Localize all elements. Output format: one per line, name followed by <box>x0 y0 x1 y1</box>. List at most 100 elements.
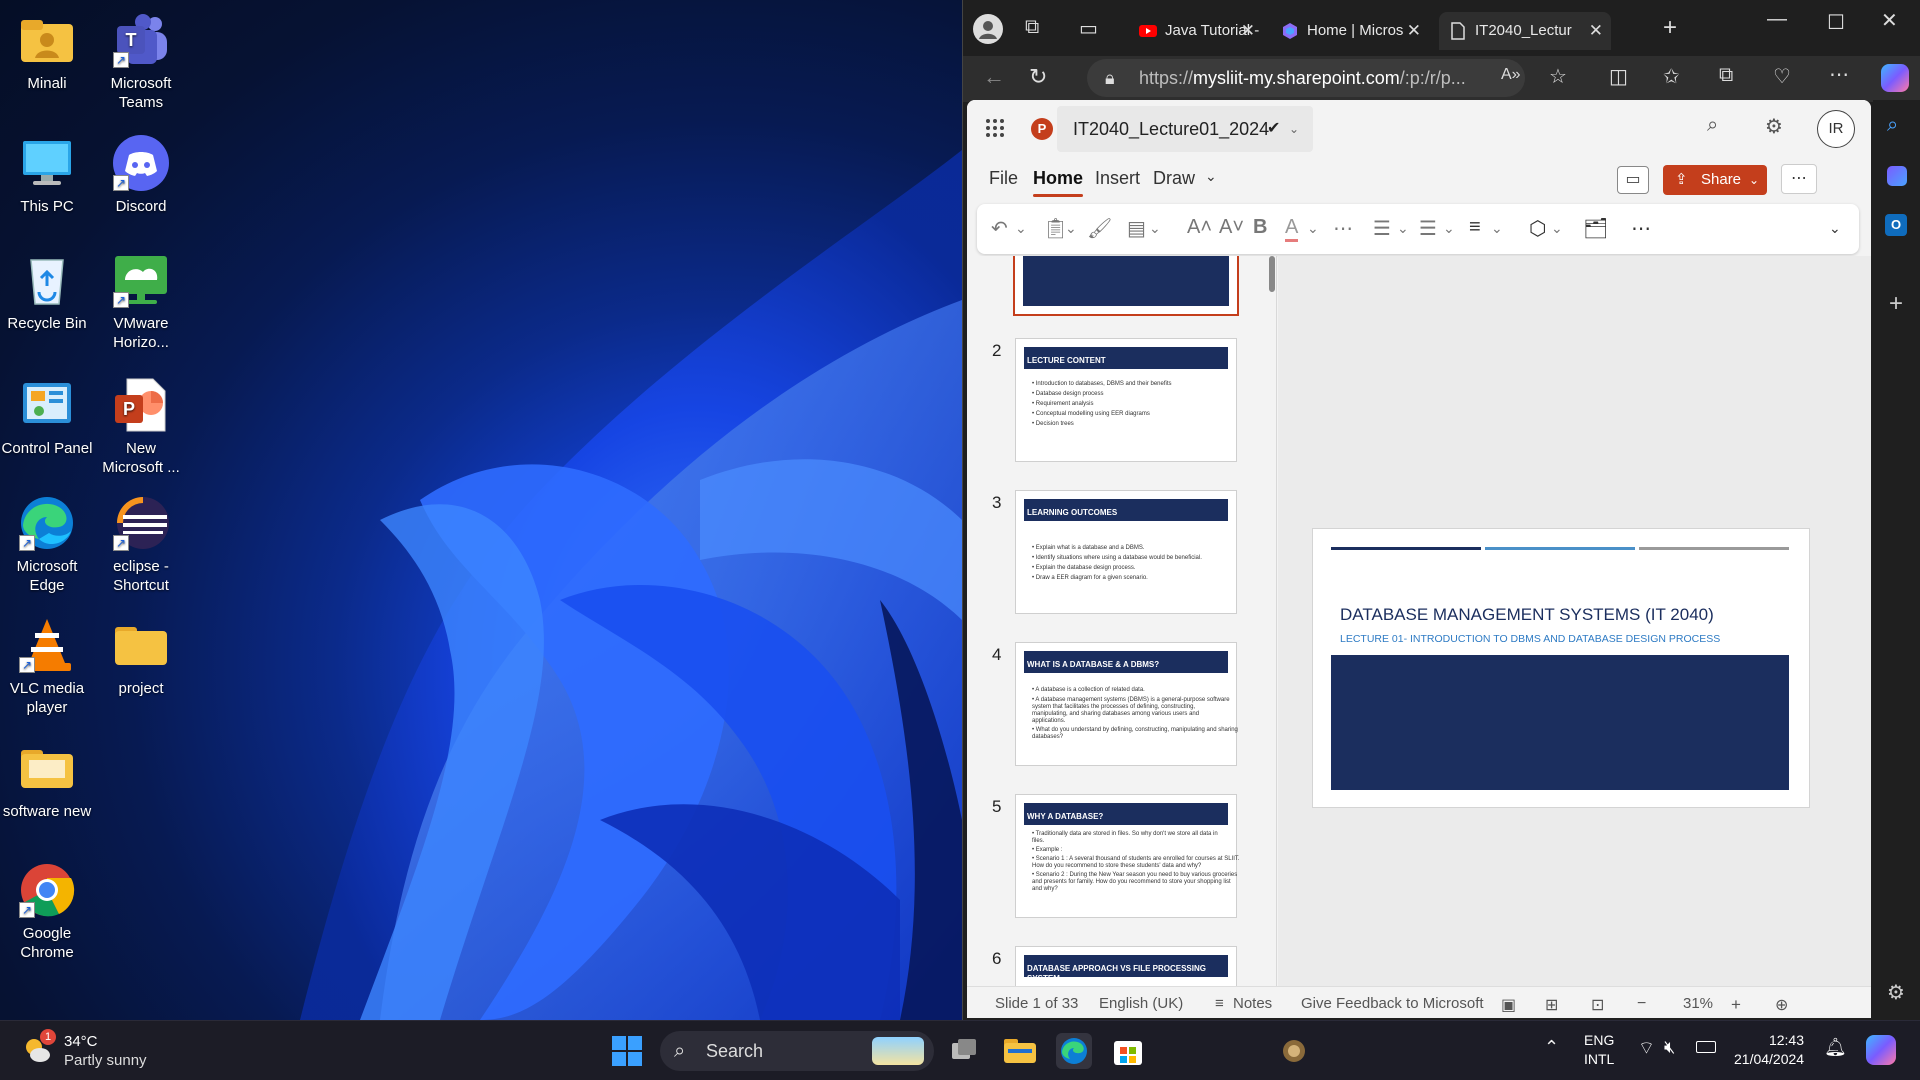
weather-widget[interactable]: 1 34°C Partly sunny <box>22 1029 182 1073</box>
decrease-font-icon[interactable]: A˅ <box>1219 216 1244 239</box>
app-launcher-icon[interactable] <box>985 118 1005 138</box>
desktop-icon-discord[interactable]: ↗ Discord <box>94 135 188 216</box>
tab-actions-icon[interactable]: ▭ <box>1079 16 1098 41</box>
current-slide[interactable]: DATABASE MANAGEMENT SYSTEMS (IT 2040) LE… <box>1312 528 1810 808</box>
desktop-icon-microsoft-edge[interactable]: ↗ Microsoft Edge <box>0 495 94 595</box>
designer-icon[interactable]: 🗂︎ <box>1583 216 1608 241</box>
zoom-level[interactable]: 31% <box>1683 995 1713 1012</box>
slide-sorter-icon[interactable]: ⊞ <box>1545 995 1558 1015</box>
document-title[interactable]: IT2040_Lecture01_2024 ✔︎ ⌄ <box>1057 106 1313 152</box>
slide-thumbnail-6[interactable]: 6 DATABASE APPROACH VS FILE PROCESSING S… <box>992 946 1237 986</box>
font-color-icon[interactable]: A <box>1285 216 1299 242</box>
fit-to-window-icon[interactable]: ⊕ <box>1775 995 1788 1015</box>
split-screen-icon[interactable]: ◫ <box>1609 64 1628 89</box>
new-slide-icon[interactable]: ▤ <box>1127 216 1146 241</box>
wifi-icon[interactable]: ⌔ <box>1638 1037 1655 1060</box>
format-painter-icon[interactable]: 🖌︎ <box>1087 216 1112 241</box>
clock[interactable]: 12:43 21/04/2024 <box>1734 1031 1804 1069</box>
comments-icon[interactable]: ▭ <box>1617 166 1649 194</box>
avatar[interactable]: IR <box>1817 110 1855 148</box>
thumbnail-scrollbar[interactable] <box>1269 256 1275 292</box>
slide-thumbnail-3[interactable]: 3 LEARNING OUTCOMES • Explain what is a … <box>992 490 1237 614</box>
chevron-down-icon[interactable]: ⌄ <box>1307 220 1319 237</box>
tab-draw[interactable]: Draw <box>1153 168 1195 189</box>
chevron-down-icon[interactable]: ⌄ <box>1551 220 1563 237</box>
battery-icon[interactable] <box>1696 1041 1716 1053</box>
favorites-icon[interactable]: ✩ <box>1663 64 1680 89</box>
chevron-down-icon[interactable]: ⌄ <box>1397 220 1409 237</box>
tab-java-tutorial[interactable]: Java Tutorial - ✕ <box>1129 12 1263 50</box>
tab-insert[interactable]: Insert <box>1095 168 1140 189</box>
notification-bell-icon[interactable]: 🔔︎ <box>1824 1037 1847 1058</box>
close-tab-icon[interactable]: ✕ <box>1241 12 1255 50</box>
tab-home-microsoft[interactable]: Home | Micros ✕ <box>1271 12 1429 50</box>
volume-muted-icon[interactable]: 🔇︎ <box>1664 1037 1675 1058</box>
desktop-icon-vmware-horizon[interactable]: ↗ VMware Horizo... <box>94 252 188 352</box>
tab-home[interactable]: Home <box>1033 168 1084 197</box>
desktop-icon-eclipse[interactable]: ↗ eclipse - Shortcut <box>94 495 188 595</box>
tab-it2040-lecture[interactable]: IT2040_Lectur ✕ <box>1439 12 1611 50</box>
refresh-icon[interactable]: ↻ <box>1029 64 1047 90</box>
favorite-star-icon[interactable]: ☆ <box>1549 64 1567 89</box>
copilot-taskbar-icon[interactable] <box>1866 1035 1896 1065</box>
search-icon[interactable]: ⌕ <box>1707 114 1718 137</box>
desktop-icon-project[interactable]: project <box>94 617 188 698</box>
more-options-icon[interactable]: ⋯ <box>1781 164 1817 194</box>
bullets-icon[interactable]: ☰ <box>1373 216 1391 241</box>
language-status[interactable]: English (UK) <box>1099 995 1183 1012</box>
chevron-down-icon[interactable]: ⌄ <box>1149 220 1161 237</box>
chevron-down-icon[interactable]: ⌄ <box>1491 220 1503 237</box>
search-icon[interactable]: ⌕ <box>1887 114 1898 137</box>
read-aloud-icon[interactable]: A» <box>1501 66 1521 84</box>
increase-font-icon[interactable]: A˄ <box>1187 216 1212 239</box>
slide-thumbnail-4[interactable]: 4 WHAT IS A DATABASE & A DBMS? • A datab… <box>992 642 1238 766</box>
copilot-button-icon[interactable] <box>1881 64 1909 92</box>
expand-ribbon-icon[interactable]: ⌄ <box>1829 220 1841 237</box>
close-tab-icon[interactable]: ✕ <box>1407 12 1421 50</box>
feedback-link[interactable]: Give Feedback to Microsoft <box>1301 995 1484 1012</box>
start-button-windows-icon[interactable] <box>612 1036 642 1066</box>
zoom-in-icon[interactable]: + <box>1731 995 1741 1015</box>
edge-taskbar-icon[interactable] <box>1056 1033 1092 1069</box>
desktop-icon-microsoft-teams[interactable]: T ↗ Microsoft Teams <box>94 12 188 112</box>
show-hidden-icons-icon[interactable]: ⌃ <box>1544 1037 1559 1058</box>
back-icon[interactable]: ← <box>983 64 1005 90</box>
input-language[interactable]: ENG INTL <box>1584 1031 1614 1069</box>
shapes-icon[interactable]: ⬡ <box>1529 216 1546 241</box>
taskbar-app-icon[interactable] <box>1278 1035 1310 1067</box>
task-view-icon[interactable] <box>950 1037 978 1065</box>
presenter-view-icon[interactable]: ⊡ <box>1591 995 1604 1015</box>
align-icon[interactable]: ≡ <box>1469 216 1481 239</box>
desktop-icon-control-panel[interactable]: Control Panel <box>0 377 94 458</box>
zoom-out-icon[interactable]: − <box>1637 995 1646 1013</box>
notes-button[interactable]: Notes <box>1233 995 1272 1012</box>
desktop-icon-this-pc[interactable]: This PC <box>0 135 94 216</box>
minimize-icon[interactable]: — <box>1767 8 1787 31</box>
slide-thumbnail-2[interactable]: 2 LECTURE CONTENT • Introduction to data… <box>992 338 1237 462</box>
copilot-icon[interactable] <box>1887 166 1907 186</box>
bold-icon[interactable]: B <box>1253 216 1267 239</box>
more-font-options-icon[interactable]: ⋯ <box>1333 216 1353 241</box>
desktop-icon-software-new[interactable]: software new <box>0 740 94 821</box>
add-icon[interactable]: + <box>1889 290 1903 318</box>
tab-file[interactable]: File <box>989 168 1018 189</box>
slide-thumbnail-1[interactable] <box>1013 256 1239 316</box>
taskbar-search-box[interactable]: ⌕ Search <box>660 1031 934 1071</box>
chevron-down-icon[interactable]: ⌄ <box>1443 220 1455 237</box>
close-tab-icon[interactable]: ✕ <box>1589 12 1603 50</box>
url-field[interactable]: 🔒︎ https://mysliit-my.sharepoint.com/:p:… <box>1087 59 1525 97</box>
desktop-icon-minali[interactable]: Minali <box>0 12 94 93</box>
desktop-icon-new-microsoft-powerpoint[interactable]: P New Microsoft ... <box>94 377 188 477</box>
new-tab-icon[interactable]: + <box>1663 14 1677 42</box>
workspaces-icon[interactable]: ⧉ <box>1025 16 1039 39</box>
maximize-icon[interactable]: ☐ <box>1827 10 1845 35</box>
close-window-icon[interactable]: ✕ <box>1881 8 1898 33</box>
outlook-icon[interactable]: O <box>1885 214 1907 236</box>
slide-thumbnail-5[interactable]: 5 WHY A DATABASE? • Traditionally data a… <box>992 794 1240 918</box>
numbering-icon[interactable]: ☰ <box>1419 216 1437 241</box>
undo-icon[interactable]: ↶ <box>991 216 1008 241</box>
profile-icon[interactable] <box>973 14 1003 44</box>
file-explorer-icon[interactable] <box>1004 1035 1036 1065</box>
more-commands-icon[interactable]: ⋯ <box>1631 216 1651 241</box>
microsoft-store-icon[interactable] <box>1112 1035 1144 1067</box>
